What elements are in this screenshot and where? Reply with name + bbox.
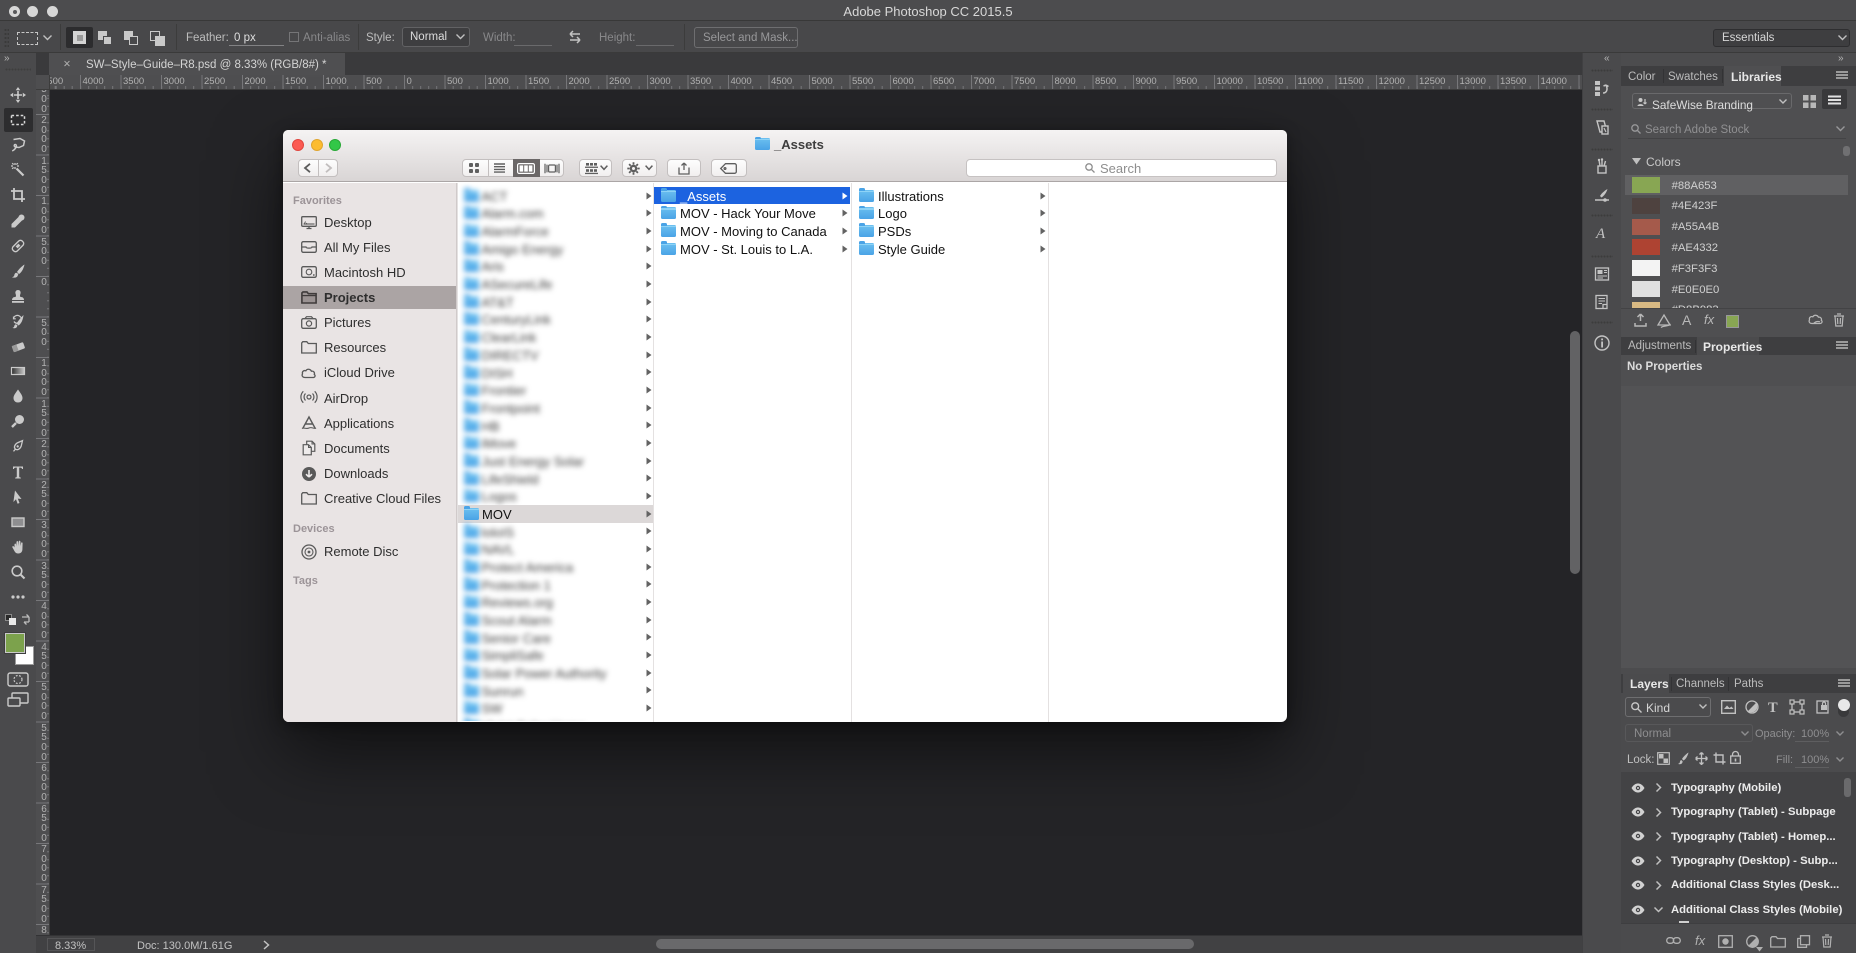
svg-text:A: A bbox=[1595, 226, 1606, 242]
svg-text:T: T bbox=[1768, 700, 1778, 716]
